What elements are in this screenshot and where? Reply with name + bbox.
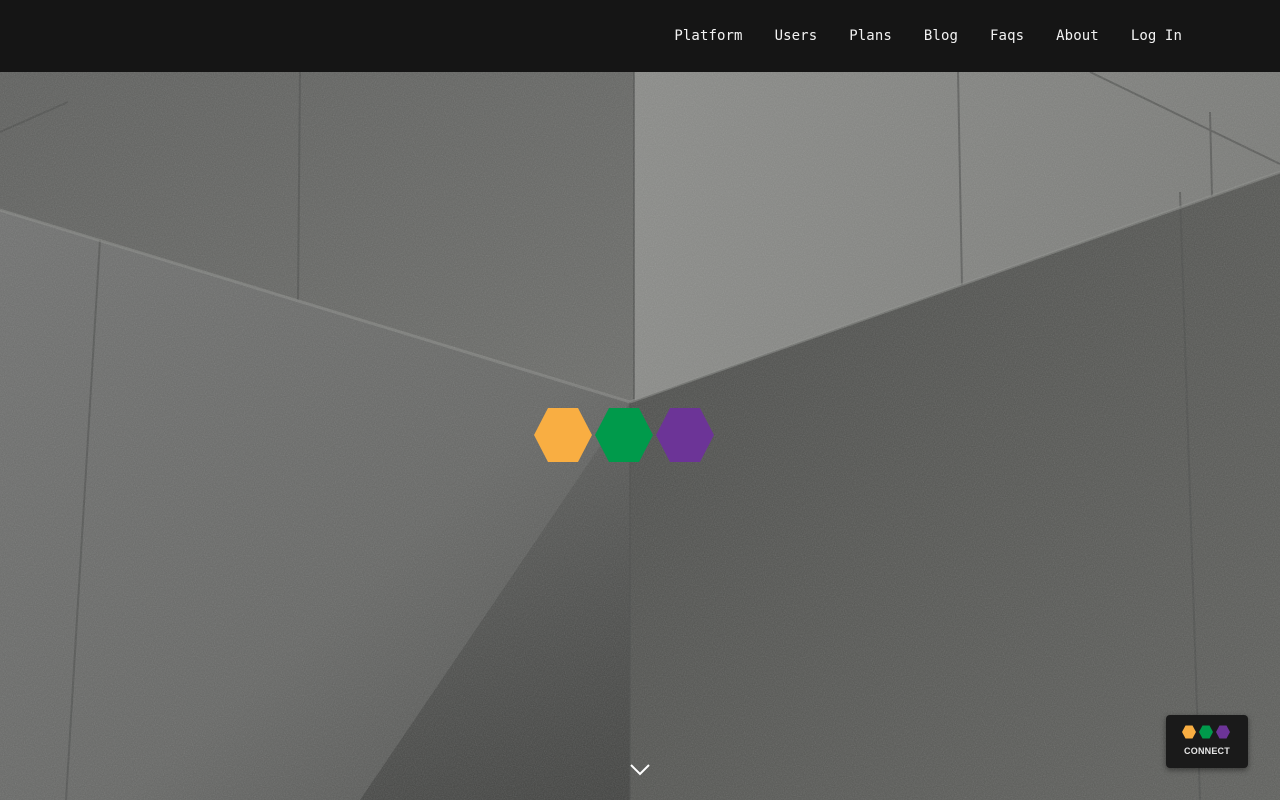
connect-label: CONNECT xyxy=(1184,746,1230,756)
hexagon-green xyxy=(595,408,653,462)
chevron-down-icon[interactable] xyxy=(628,760,652,780)
site-header: Platform Users Plans Blog Faqs About Log… xyxy=(0,0,1280,72)
three-hexagons-icon xyxy=(1182,725,1230,739)
three-hexagons-logo xyxy=(534,408,714,462)
nav-link-plans[interactable]: Plans xyxy=(833,24,908,48)
nav-link-login[interactable]: Log In xyxy=(1115,24,1198,48)
nav-link-users[interactable]: Users xyxy=(759,24,834,48)
nav-link-about[interactable]: About xyxy=(1040,24,1115,48)
nav-link-faqs[interactable]: Faqs xyxy=(974,24,1040,48)
page: Platform Users Plans Blog Faqs About Log… xyxy=(0,0,1280,800)
nav-link-blog[interactable]: Blog xyxy=(908,24,974,48)
hexagon-orange xyxy=(534,408,592,462)
nav-link-platform[interactable]: Platform xyxy=(658,24,758,48)
connect-widget-button[interactable]: CONNECT xyxy=(1166,715,1248,768)
main-nav: Platform Users Plans Blog Faqs About Log… xyxy=(658,24,1198,48)
hexagon-purple xyxy=(656,408,714,462)
